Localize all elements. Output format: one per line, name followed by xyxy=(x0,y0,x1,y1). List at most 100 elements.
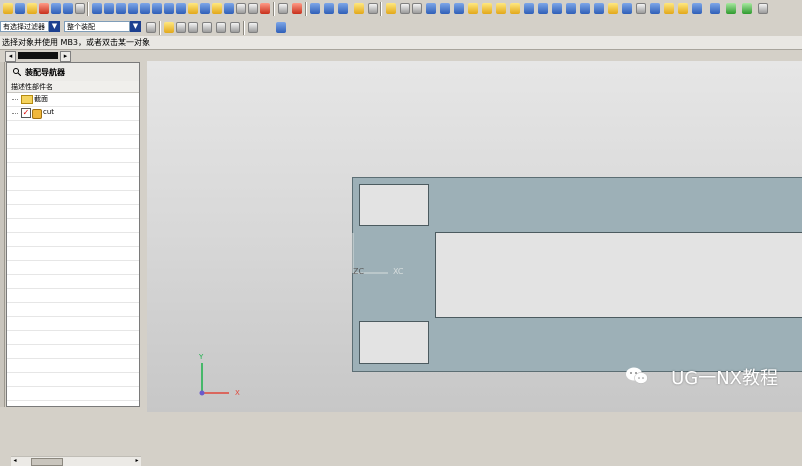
selection-scope-combo[interactable]: 整个装配 xyxy=(64,21,130,32)
layer-icon[interactable] xyxy=(678,3,688,14)
main-toolbar xyxy=(0,0,802,20)
tree-item-label: cut xyxy=(43,108,55,116)
scale-icon[interactable] xyxy=(524,3,534,14)
slot-icon[interactable] xyxy=(212,3,222,14)
part-icon xyxy=(32,109,42,119)
scroll-left-icon[interactable]: ◂ xyxy=(11,457,19,465)
center-slot xyxy=(435,232,802,318)
tree-connector xyxy=(12,113,18,115)
column-header[interactable]: 描述性部件名 xyxy=(7,81,139,93)
unite-icon[interactable] xyxy=(310,3,320,14)
hole-icon[interactable] xyxy=(164,3,174,14)
move-component-icon[interactable] xyxy=(39,3,49,14)
selection-toolbar: 有选择过滤器 ▼ 整个装配 ▼ xyxy=(0,19,802,37)
tree-item-cut[interactable]: ✓ cut xyxy=(7,107,139,121)
pad-icon[interactable] xyxy=(200,3,210,14)
scroll-right-icon[interactable]: ▸ xyxy=(60,51,71,62)
wrap-icon[interactable] xyxy=(538,3,548,14)
wave-link-icon[interactable] xyxy=(726,3,736,14)
chevron-down-icon[interactable]: ▼ xyxy=(130,21,141,32)
assembly-navigator: 装配导航器 描述性部件名 截面 ✓ cut ◂ ▸ xyxy=(6,62,141,466)
thicken-icon[interactable] xyxy=(608,3,618,14)
rectangle-select-icon[interactable] xyxy=(248,22,258,33)
arrow-up-icon[interactable] xyxy=(292,3,302,14)
point-icon[interactable] xyxy=(260,3,270,14)
mate-icon[interactable] xyxy=(51,3,61,14)
shell-icon[interactable] xyxy=(400,3,410,14)
abs-y-label: Y xyxy=(199,353,204,361)
cue-line: 选择对象并使用 MB3，或者双击某一对象 xyxy=(0,36,802,50)
boss-icon[interactable] xyxy=(176,3,186,14)
explode-icon[interactable] xyxy=(75,3,85,14)
wechat-logo-icon xyxy=(626,367,648,384)
sphere-icon[interactable] xyxy=(152,3,162,14)
split-body-icon[interactable] xyxy=(454,3,464,14)
chamfer-icon[interactable] xyxy=(386,3,396,14)
pin-icon[interactable] xyxy=(13,68,21,76)
dropdown-icon[interactable] xyxy=(368,3,378,14)
graphics-window[interactable]: ZC XC Y X UG一NX教程 xyxy=(147,61,802,412)
cone-icon[interactable] xyxy=(140,3,150,14)
view-icon[interactable] xyxy=(692,3,702,14)
select-all-icon[interactable] xyxy=(202,22,212,33)
cylinder-icon[interactable] xyxy=(128,3,138,14)
extrude-icon[interactable] xyxy=(92,3,102,14)
sew-icon[interactable] xyxy=(496,3,506,14)
assembly-tool-icon[interactable] xyxy=(742,3,752,14)
groove-icon[interactable] xyxy=(224,3,234,14)
pattern-icon[interactable] xyxy=(468,3,478,14)
deselect-icon[interactable] xyxy=(216,22,226,33)
settings-icon[interactable] xyxy=(146,22,156,33)
undo-icon[interactable] xyxy=(176,22,186,33)
chevron-down-icon[interactable]: ▼ xyxy=(49,21,60,32)
patch-icon[interactable] xyxy=(510,3,520,14)
tree-connector xyxy=(12,99,18,101)
snap-point-icon[interactable] xyxy=(164,22,174,33)
tree-item-section[interactable]: 截面 xyxy=(7,93,139,107)
simplify-icon[interactable] xyxy=(594,3,604,14)
surface-icon[interactable] xyxy=(650,3,660,14)
bottom-left-cutout xyxy=(359,321,429,364)
scrollbar-thumb[interactable] xyxy=(31,458,63,466)
extract-icon[interactable] xyxy=(552,3,562,14)
sheet-icon[interactable] xyxy=(278,3,288,14)
promote-icon[interactable] xyxy=(566,3,576,14)
scroll-right-icon[interactable]: ▸ xyxy=(133,457,141,465)
checkbox-checked-icon[interactable]: ✓ xyxy=(21,108,31,118)
mirror-icon[interactable] xyxy=(482,3,492,14)
block-icon[interactable] xyxy=(116,3,126,14)
resource-tab-strip: ◂ ▸ xyxy=(0,50,147,62)
wcs-x-label: XC xyxy=(393,267,404,276)
folder-icon xyxy=(21,95,33,104)
draft-icon[interactable] xyxy=(426,3,436,14)
more-tools-icon[interactable] xyxy=(758,3,768,14)
datum-icon[interactable] xyxy=(248,3,258,14)
navigator-title: 装配导航器 xyxy=(25,68,65,77)
scroll-left-icon[interactable]: ◂ xyxy=(5,51,16,62)
rotate-icon[interactable] xyxy=(622,3,632,14)
hide-icon[interactable] xyxy=(230,22,240,33)
redo-icon[interactable] xyxy=(188,22,198,33)
instance-icon[interactable] xyxy=(580,3,590,14)
section-icon[interactable] xyxy=(636,3,646,14)
thread-icon[interactable] xyxy=(236,3,246,14)
revolve-icon[interactable] xyxy=(104,3,114,14)
model-icon[interactable] xyxy=(276,22,286,33)
component-icon[interactable] xyxy=(15,3,25,14)
add-component-icon[interactable] xyxy=(27,3,37,14)
intersect-icon[interactable] xyxy=(338,3,348,14)
trim-body-icon[interactable] xyxy=(440,3,450,14)
offset-icon[interactable] xyxy=(412,3,422,14)
sweep-icon[interactable] xyxy=(664,3,674,14)
edge-blend-icon[interactable] xyxy=(354,3,364,14)
reposition-icon[interactable] xyxy=(63,3,73,14)
resource-tab[interactable] xyxy=(18,52,58,59)
horizontal-scrollbar[interactable]: ◂ ▸ xyxy=(11,456,141,466)
new-part-icon[interactable] xyxy=(3,3,13,14)
render-icon[interactable] xyxy=(710,3,720,14)
pocket-icon[interactable] xyxy=(188,3,198,14)
type-filter-combo[interactable]: 有选择过滤器 xyxy=(0,21,49,32)
abs-x-label: X xyxy=(235,389,240,397)
tree-item-label: 截面 xyxy=(34,95,48,103)
subtract-icon[interactable] xyxy=(324,3,334,14)
